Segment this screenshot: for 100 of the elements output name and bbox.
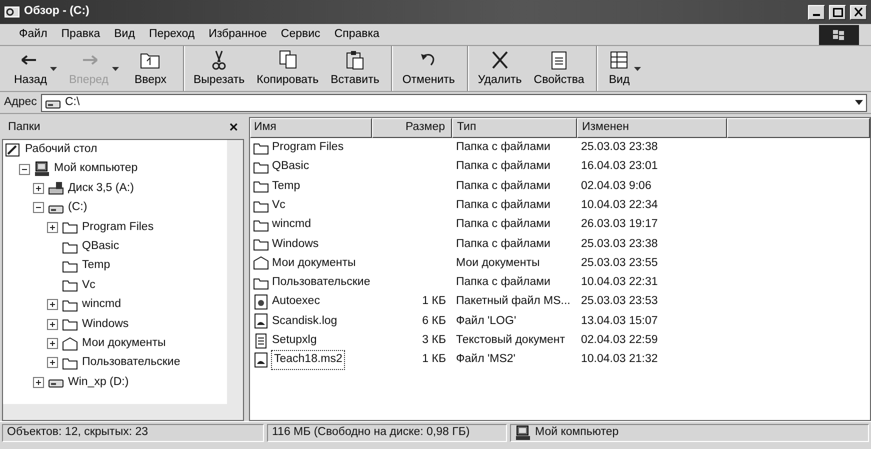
tree-item[interactable]: (C:) [3,198,88,218]
windows-flag-icon [833,30,845,40]
status-text: 116 МБ (Свободно на диске: 0,98 ГБ) [272,425,470,440]
file-date: 10.04.03 21:32 [581,353,658,366]
expand-icon[interactable] [33,376,44,388]
tree-item[interactable]: Мой компьютер [3,159,138,179]
file-type: Папка с файлами [456,180,550,192]
menu-item[interactable]: Избранное [202,26,274,44]
file-name[interactable]: Program Files [272,139,344,156]
toolbar-button[interactable]: Вид [596,46,648,92]
menu-item[interactable]: Сервис [274,26,328,44]
file-date: 25.03.03 23:53 [581,295,658,308]
tree-item[interactable]: Рабочий стол [3,140,98,160]
tree-item[interactable]: Vc [3,276,96,296]
menu-item[interactable]: Правка [54,26,108,44]
tree-item[interactable]: Temp [3,256,110,276]
horizontal-scrollbar[interactable] [3,404,243,420]
toolbar-button[interactable]: Удалить [466,46,528,92]
expand-icon[interactable] [33,182,44,194]
tree-item[interactable]: Windows [3,314,129,334]
tree-item[interactable]: Диск 3,5 (A:) [3,178,134,198]
expand-icon[interactable] [47,299,58,310]
file-name[interactable]: Teach18.ms2 [272,351,344,369]
file-name[interactable]: Windows [272,236,319,253]
expand-icon[interactable] [47,222,58,233]
window-title: Обзор - (C:) [24,4,90,20]
folder-icon [253,255,269,272]
toolbar-button[interactable]: Свойства [528,46,590,92]
file-type: Папка с файлами [456,238,550,250]
file-date: 16.04.03 23:01 [581,160,658,172]
menu-item[interactable]: Файл [12,26,54,44]
file-type: Текстовый документ [456,334,566,346]
file-size: 1 КБ [422,295,446,308]
address-field[interactable]: C:\ [40,94,867,112]
file-date: 25.03.03 23:55 [581,256,658,269]
file-icon [253,313,269,330]
dropdown-arrow-icon[interactable] [855,100,863,105]
file-name[interactable]: Пользовательские [272,274,370,292]
tree-item[interactable]: QBasic [3,236,120,256]
file-date: 10.04.03 22:34 [581,198,658,211]
menu-item[interactable]: Переход [142,26,202,44]
folder-icon [62,336,78,352]
tree-item[interactable]: Мои документы [3,334,166,354]
explorer-icon [4,5,20,19]
file-name[interactable]: Scandisk.log [272,312,338,330]
vertical-scrollbar[interactable] [227,140,243,404]
file-name[interactable]: QBasic [272,158,310,176]
collapse-icon[interactable] [33,202,44,214]
close-button[interactable] [850,4,867,20]
file-name[interactable]: Мои документы [272,254,356,272]
file-date: 02.04.03 22:59 [581,334,658,346]
toolbar-button[interactable]: Вверх [124,46,176,92]
tree-item[interactable]: Пользовательские [3,353,180,373]
file-type: Пакетный файл MS... [456,295,570,308]
column-header[interactable]: Тип [452,118,577,138]
caret-icon [50,66,57,70]
file-type: Файл 'LOG' [456,314,516,327]
file-name[interactable]: Autoexec [272,293,320,311]
minimize-button[interactable] [808,4,825,20]
minimize-icon [813,14,820,16]
file-type: Папка с файлами [456,141,550,154]
file-icon [253,352,269,368]
tree-item[interactable]: Program Files [3,218,154,237]
toolbar-button[interactable]: Назад [8,46,63,92]
file-date: 25.03.03 23:38 [581,141,658,154]
menu-item[interactable]: Справка [327,26,386,44]
computer-icon [515,425,531,441]
file-type: Папка с файлами [456,160,550,172]
expand-icon[interactable] [47,357,58,368]
file-type: Папка с файлами [456,218,550,230]
column-header[interactable]: Изменен [577,118,727,138]
file-date: 26.03.03 19:17 [581,218,658,230]
maximize-button[interactable] [829,4,846,20]
file-date: 02.04.03 9:06 [581,180,652,192]
file-type: Папка с файлами [456,276,550,288]
close-button[interactable]: × [229,116,238,140]
tree-item[interactable]: Win_xp (D:) [3,372,129,392]
column-header[interactable]: Размер [372,118,452,138]
file-type: Мои документы [456,256,540,269]
toolbar-button[interactable]: Вырезать [182,46,251,92]
menu-item[interactable]: Вид [107,26,142,44]
toolbar-button[interactable]: Отменить [391,46,461,92]
file-size: 3 КБ [422,334,446,346]
file-name[interactable]: Setupxlg [272,332,317,350]
toolbar-button[interactable]: Вставить [324,46,386,92]
caret-icon [112,66,118,70]
maximize-icon [832,8,842,16]
file-name[interactable]: Vc [272,196,286,214]
close-icon [854,7,863,17]
file-date: 10.04.03 22:31 [581,276,658,288]
expand-icon[interactable] [47,338,58,350]
collapse-icon[interactable] [19,164,30,175]
toolbar-button[interactable]: Копировать [250,46,325,92]
file-date: 13.04.03 15:07 [581,314,658,327]
file-name[interactable]: wincmd [272,216,311,234]
file-name[interactable]: Temp [272,178,300,195]
file-type: Файл 'MS2' [456,353,516,366]
column-header[interactable]: Имя [250,118,372,138]
tree-item[interactable]: wincmd [3,295,121,315]
expand-icon[interactable] [47,318,58,330]
